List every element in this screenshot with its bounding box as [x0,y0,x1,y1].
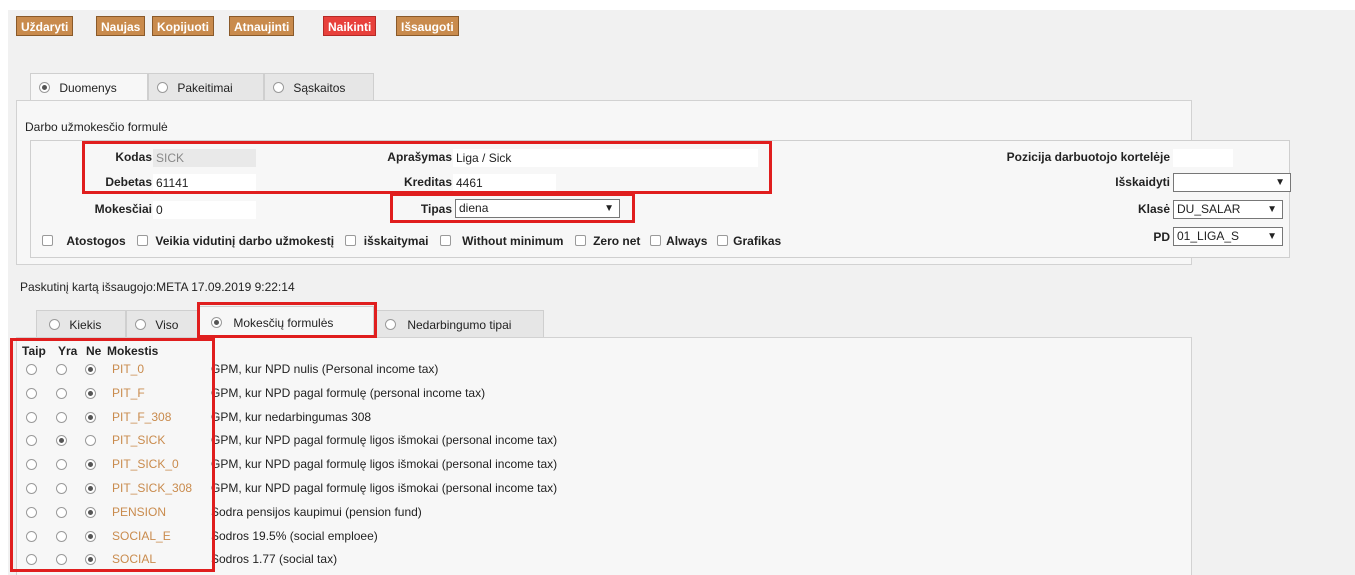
highlight-box [10,338,215,572]
copy-button[interactable]: Kopijuoti [152,16,214,36]
tax-description: GPM, kur NPD pagal formulę ligos išmokai… [211,433,558,448]
refresh-button[interactable]: Atnaujinti [229,16,295,36]
mokesciai-field[interactable]: 0 [153,201,256,219]
tab-radio-icon [49,319,60,330]
pd-label: PD [1153,230,1170,244]
tab-duomenys[interactable]: Duomenys [30,73,148,101]
checkbox-label: Atostogos [66,234,126,248]
mokesciai-label: Mokesčiai [94,202,152,216]
isskaitymai-checkbox[interactable]: išskaitymai [345,234,428,248]
tab-label: Kiekis [69,318,102,332]
highlight-box [390,193,635,223]
highlight-box [82,141,772,194]
checkbox-icon [716,235,728,246]
tab-saskaitos[interactable]: Sąskaitos [264,73,374,101]
tab-radio-icon [157,82,168,93]
tab-label: Viso [155,318,179,332]
chevron-down-icon: ▼ [1267,231,1277,242]
chevron-down-icon: ▼ [1267,204,1277,215]
highlight-box [197,302,377,338]
klase-select[interactable]: DU_SALAR ▼ [1173,200,1283,219]
tab-label: Sąskaitos [293,81,346,95]
tab-label: Duomenys [59,81,117,95]
tab-radio-icon [273,82,284,93]
checkbox-label: Grafikas [733,234,782,248]
chevron-down-icon: ▼ [1275,177,1285,188]
section-title: Darbo užmokesčio formulė [25,120,168,134]
tab-radio-icon [39,82,50,93]
tab-radio-icon [135,319,146,330]
tax-description: GPM, kur nedarbingumas 308 [211,409,372,424]
isskaidyti-select[interactable]: ▼ [1173,173,1291,192]
tab-radio-icon [385,319,396,330]
tax-description: GPM, kur NPD pagal formulę (personal inc… [211,385,486,400]
pd-select[interactable]: 01_LIGA_S ▼ [1173,227,1283,246]
veikia-checkbox[interactable]: Veikia vidutinį darbo užmokestį [137,234,334,248]
tax-description: GPM, kur NPD nulis (Personal income tax) [211,362,439,376]
tax-description: Sodros 19.5% (social emploee) [211,528,378,543]
checkbox-label: išskaitymai [363,234,429,248]
tab-viso[interactable]: Viso [126,310,198,338]
pozicija-label: Pozicija darbuotojo kortelėje [1006,150,1170,164]
delete-button[interactable]: Naikinti [323,16,377,36]
checkbox-label: Always [666,234,708,248]
tab-label: Pakeitimai [177,81,233,95]
last-saved-text: Paskutinį kartą išsaugojo:META 17.09.201… [20,280,295,294]
grafikas-checkbox[interactable]: Grafikas [716,234,782,248]
checkbox-icon [42,235,53,246]
new-button[interactable]: Naujas [96,16,146,36]
tax-description: Sodra pensijos kaupimui (pension fund) [211,504,422,519]
checkbox-icon [574,235,586,246]
klase-value: DU_SALAR [1177,202,1241,216]
klase-label: Klasė [1137,202,1170,216]
checkbox-icon [345,235,357,246]
close-button[interactable]: Uždaryti [16,16,74,36]
checkbox-icon [137,235,149,246]
checkbox-label: Zero net [593,234,641,248]
without-minimum-checkbox[interactable]: Without minimum [439,234,564,248]
pd-value: 01_LIGA_S [1177,229,1240,243]
checkbox-label: Without minimum [462,234,564,248]
tax-description: GPM, kur NPD pagal formulę ligos išmokai… [211,481,558,495]
checkbox-icon [649,235,661,246]
tab-pakeitimai[interactable]: Pakeitimai [148,73,264,101]
isskaidyti-label: Išskaidyti [1115,175,1170,189]
checkbox-row: Atostogos Veikia vidutinį darbo užmokest… [42,234,781,248]
tab-nedarbingumo-tipai[interactable]: Nedarbingumo tipai [374,310,544,338]
pozicija-field[interactable] [1173,149,1233,167]
checkbox-icon [439,235,451,246]
checkbox-label: Veikia vidutinį darbo užmokestį [155,234,335,248]
tax-description: Sodros 1.77 (social tax) [211,552,338,567]
always-checkbox[interactable]: Always [649,234,708,248]
tab-kiekis[interactable]: Kiekis [36,310,126,338]
zero-net-checkbox[interactable]: Zero net [574,234,641,248]
tax-description: GPM, kur NPD pagal formulę ligos išmokai… [211,457,558,472]
atostogos-checkbox[interactable]: Atostogos [42,234,126,248]
save-button[interactable]: Išsaugoti [396,16,459,36]
tab-label: Nedarbingumo tipai [407,318,512,332]
